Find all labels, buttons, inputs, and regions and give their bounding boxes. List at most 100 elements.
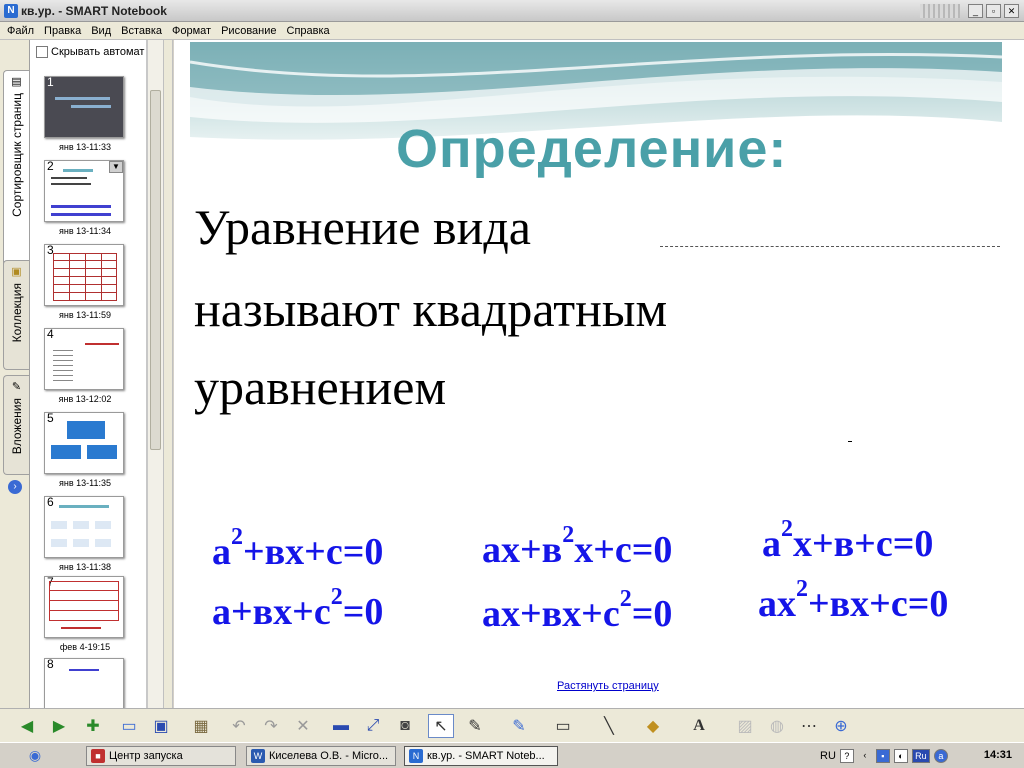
chevron-down-icon[interactable]: ▼: [109, 161, 123, 173]
page-sorter-panel: Скрывать автомат 1 янв 13-11:33 2 ▼ янв …: [30, 40, 147, 708]
delete-icon[interactable]: ✕: [290, 714, 316, 738]
definition-line-1: Уравнение вида: [194, 199, 531, 255]
screen-shade-icon[interactable]: ▬: [328, 714, 354, 738]
task-launch-center[interactable]: ■ Центр запуска: [86, 746, 236, 766]
camera-icon[interactable]: ◙: [392, 714, 418, 738]
title-bar: N кв.ур. - SMART Notebook _ ▫ ✕: [0, 0, 1024, 22]
tab-gallery-label: Коллекция: [9, 283, 24, 343]
menu-view[interactable]: Вид: [86, 25, 116, 37]
fill-icon[interactable]: ▨: [732, 714, 758, 738]
sound-icon[interactable]: ◐: [893, 749, 908, 763]
page-thumbnail-2[interactable]: 2 ▼: [44, 160, 124, 222]
dash-mark: [848, 441, 852, 442]
network-icon[interactable]: ▪: [875, 749, 890, 763]
task-smart-notebook[interactable]: N кв.ур. - SMART Noteb...: [404, 746, 558, 766]
equation-6[interactable]: ax2+вх+с=0: [758, 576, 948, 626]
arrow-right-icon[interactable]: ›: [8, 480, 22, 494]
paste-icon[interactable]: ▦: [188, 714, 214, 738]
smart-tray-icon[interactable]: a: [933, 749, 948, 763]
page-date: янв 13-11:34: [59, 226, 111, 236]
slide-heading: Определение:: [396, 119, 788, 179]
tab-page-sorter-label: Сортировщик страниц: [9, 93, 24, 217]
equation-2[interactable]: ах+в2х+с=0: [482, 522, 672, 572]
page-thumbnail-4[interactable]: 4: [44, 328, 124, 390]
panel-splitter[interactable]: [163, 40, 173, 708]
page-date: янв 13-11:38: [59, 562, 111, 572]
hide-auto-label: Скрывать автомат: [51, 46, 145, 58]
redo-icon[interactable]: ↷: [258, 714, 284, 738]
system-tray: RU ? ‹ ▪ ◐ Ru a 14:31: [810, 745, 1024, 767]
definition-line-2: называют квадратным: [194, 281, 668, 337]
slide-canvas[interactable]: Определение: Уравнение вида называют ква…: [174, 40, 1024, 708]
menu-format[interactable]: Формат: [167, 25, 216, 37]
equation-5[interactable]: ах+вх+с2=0: [482, 586, 672, 636]
task-word-document[interactable]: W Киселева О.В. - Micro...: [246, 746, 396, 766]
word-icon: W: [251, 749, 265, 763]
sorter-scrollbar[interactable]: [147, 40, 163, 708]
menu-bar: Файл Правка Вид Вставка Формат Рисование…: [0, 22, 1024, 40]
undo-icon[interactable]: ↶: [226, 714, 252, 738]
save-icon[interactable]: ▣: [148, 714, 174, 738]
tab-page-sorter[interactable]: ▤ Сортировщик страниц: [3, 70, 29, 280]
page-date: янв 13-11:35: [59, 478, 111, 488]
tab-gallery[interactable]: ▣ Коллекция: [3, 260, 29, 370]
page-date: фев 4-19:15: [59, 642, 111, 652]
line-icon[interactable]: ╲: [596, 714, 622, 738]
menu-insert[interactable]: Вставка: [116, 25, 167, 37]
maximize-button[interactable]: ▫: [986, 4, 1001, 18]
page-thumbnail-5[interactable]: 5: [44, 412, 124, 474]
equation-1[interactable]: a2+вх+с=0: [212, 524, 383, 574]
equation-4[interactable]: a+вх+с2=0: [212, 584, 383, 634]
blank-line: [660, 246, 1000, 247]
window-title: кв.ур. - SMART Notebook: [21, 3, 167, 18]
chevron-down-icon[interactable]: ⊕: [828, 714, 854, 738]
eraser-icon[interactable]: ▭: [550, 714, 576, 738]
minimize-button[interactable]: _: [968, 4, 983, 18]
page-date: янв 13-11:33: [59, 142, 111, 152]
start-icon[interactable]: ◉: [24, 747, 46, 765]
text-icon[interactable]: A: [686, 714, 712, 738]
creative-pen-icon[interactable]: ✎: [506, 714, 532, 738]
add-page-icon[interactable]: ✚: [80, 714, 106, 738]
smart-notebook-icon: N: [409, 749, 423, 763]
toolbar-options-icon[interactable]: ⋯: [796, 714, 822, 738]
ime-indicator[interactable]: Ru: [911, 749, 930, 763]
launch-center-icon: ■: [91, 749, 105, 763]
select-icon[interactable]: ↖: [428, 714, 454, 738]
open-folder-icon[interactable]: ▭: [116, 714, 142, 738]
page-date: янв 13-12:02: [58, 394, 112, 404]
scrollbar-thumb[interactable]: [150, 90, 161, 450]
pen-icon[interactable]: ✎: [462, 714, 488, 738]
menu-file[interactable]: Файл: [2, 25, 39, 37]
checkbox-box[interactable]: [36, 46, 48, 58]
tab-attachments[interactable]: ✎ Вложения: [3, 375, 29, 475]
shapes-icon[interactable]: ◆: [640, 714, 666, 738]
bottom-toolbar: ◀ ▶ ✚ ▭ ▣ ▦ ↶ ↷ ✕ ▬ ⤢ ◙ ↖ ✎ ✎ ▭ ╲ ◆ A ▨ …: [0, 708, 1024, 742]
language-indicator[interactable]: RU: [820, 750, 836, 762]
paperclip-icon: ✎: [11, 381, 22, 393]
forward-icon[interactable]: ▶: [46, 714, 72, 738]
menu-edit[interactable]: Правка: [39, 25, 86, 37]
gallery-icon: ▣: [11, 266, 22, 278]
properties-icon[interactable]: ◍: [764, 714, 790, 738]
menu-draw[interactable]: Рисование: [216, 25, 281, 37]
stretch-page-link[interactable]: Растянуть страницу: [557, 680, 659, 692]
page-thumbnail-8[interactable]: 8: [44, 658, 124, 708]
page-thumbnail-3[interactable]: 3: [44, 244, 124, 306]
side-tab-strip: ▤ Сортировщик страниц ▣ Коллекция ✎ Влож…: [0, 40, 30, 708]
back-icon[interactable]: ◀: [14, 714, 40, 738]
smart-notebook-icon: N: [4, 3, 18, 18]
page-thumbnail-1[interactable]: 1: [44, 76, 124, 138]
tray-expand-icon[interactable]: ‹: [858, 749, 872, 763]
clock: 14:31: [983, 749, 1012, 761]
title-decoration: [920, 4, 960, 18]
menu-help[interactable]: Справка: [282, 25, 335, 37]
equation-3[interactable]: a2x+в+с=0: [762, 516, 933, 566]
page-thumbnail-6[interactable]: 6: [44, 496, 124, 558]
page-thumbnail-7[interactable]: 7: [44, 576, 124, 638]
hide-auto-checkbox[interactable]: Скрывать автомат: [36, 46, 144, 58]
fullscreen-icon[interactable]: ⤢: [360, 714, 386, 738]
close-button[interactable]: ✕: [1004, 4, 1019, 18]
help-icon[interactable]: ?: [839, 749, 854, 763]
page-date: янв 13-11:59: [59, 310, 111, 320]
